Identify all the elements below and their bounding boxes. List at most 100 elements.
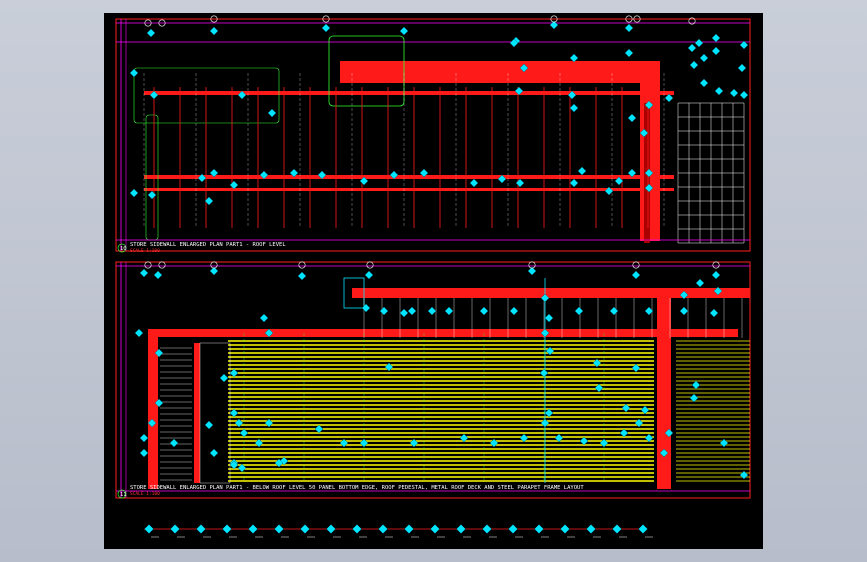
diamond-section-marker-icon bbox=[479, 306, 489, 316]
diamond-section-marker-icon bbox=[579, 436, 589, 446]
plan-bottom-key: 11 bbox=[120, 492, 127, 498]
diamond-section-marker-icon bbox=[544, 408, 554, 418]
diamond-section-marker-icon bbox=[599, 438, 609, 448]
diamond-section-marker-icon bbox=[153, 270, 163, 280]
diamond-section-marker-icon bbox=[384, 362, 394, 372]
plan-bottom-title: STORE SIDEWALL ENLARGED PLAN PART1 - BEL… bbox=[130, 485, 584, 491]
diamond-section-marker-icon bbox=[627, 113, 637, 123]
diamond-section-marker-icon bbox=[229, 368, 239, 378]
legend-marker-icon bbox=[508, 524, 518, 534]
diamond-section-marker-icon bbox=[129, 68, 139, 78]
diamond-section-marker-icon bbox=[569, 178, 579, 188]
diamond-section-marker-icon bbox=[139, 433, 149, 443]
drawing-viewport[interactable]: 10 STORE SIDEWALL ENLARGED PLAN PART1 - … bbox=[104, 13, 763, 549]
diamond-section-marker-icon bbox=[540, 418, 550, 428]
diamond-section-marker-icon bbox=[569, 53, 579, 63]
legend-marker-icon bbox=[638, 524, 648, 534]
diamond-section-marker-icon bbox=[321, 23, 331, 33]
diamond-section-marker-icon bbox=[219, 373, 229, 383]
diamond-section-marker-icon bbox=[427, 306, 437, 316]
marker-legend-row bbox=[144, 524, 653, 538]
diamond-section-marker-icon bbox=[379, 306, 389, 316]
legend-marker-icon bbox=[222, 524, 232, 534]
plan-top-key: 10 bbox=[120, 246, 127, 252]
diamond-section-marker-icon bbox=[664, 93, 674, 103]
diamond-section-marker-icon bbox=[229, 180, 239, 190]
grid-bubble-icon bbox=[712, 261, 720, 269]
legend-marker-icon bbox=[612, 524, 622, 534]
diamond-section-marker-icon bbox=[695, 278, 705, 288]
diamond-section-marker-icon bbox=[444, 306, 454, 316]
diamond-section-marker-icon bbox=[297, 271, 307, 281]
diamond-section-marker-icon bbox=[545, 346, 555, 356]
diamond-section-marker-icon bbox=[239, 428, 249, 438]
diamond-section-marker-icon bbox=[739, 470, 749, 480]
diamond-section-marker-icon bbox=[361, 303, 371, 313]
diamond-section-marker-icon bbox=[737, 63, 747, 73]
diamond-section-marker-icon bbox=[687, 43, 697, 53]
diamond-section-marker-icon bbox=[689, 60, 699, 70]
diamond-section-marker-icon bbox=[254, 438, 264, 448]
cad-drawing-canvas[interactable]: 10 STORE SIDEWALL ENLARGED PLAN PART1 - … bbox=[104, 13, 763, 549]
diamond-section-marker-icon bbox=[574, 306, 584, 316]
diamond-section-marker-icon bbox=[691, 380, 701, 390]
diamond-section-marker-icon bbox=[339, 438, 349, 448]
diamond-section-marker-icon bbox=[234, 418, 244, 428]
legend-marker-icon bbox=[534, 524, 544, 534]
diamond-section-marker-icon bbox=[209, 26, 219, 36]
diamond-section-marker-icon bbox=[314, 424, 324, 434]
grid-bubble-icon bbox=[144, 261, 152, 269]
legend-marker-icon bbox=[404, 524, 414, 534]
grid-bubble-icon bbox=[158, 261, 166, 269]
diamond-section-marker-icon bbox=[359, 438, 369, 448]
diamond-section-marker-icon bbox=[129, 188, 139, 198]
diamond-section-marker-icon bbox=[711, 33, 721, 43]
legend-marker-icon bbox=[560, 524, 570, 534]
grid-bubble-icon bbox=[366, 261, 374, 269]
diamond-section-marker-icon bbox=[739, 90, 749, 100]
diamond-section-marker-icon bbox=[267, 108, 277, 118]
diamond-section-marker-icon bbox=[399, 308, 409, 318]
diamond-section-marker-icon bbox=[147, 190, 157, 200]
plan-top-title: STORE SIDEWALL ENLARGED PLAN PART1 - ROO… bbox=[130, 242, 286, 248]
diamond-section-marker-icon bbox=[729, 88, 739, 98]
diamond-section-marker-icon bbox=[711, 46, 721, 56]
legend-marker-icon bbox=[326, 524, 336, 534]
diamond-section-marker-icon bbox=[609, 306, 619, 316]
legend-marker-icon bbox=[430, 524, 440, 534]
diamond-section-marker-icon bbox=[209, 448, 219, 458]
diamond-section-marker-icon bbox=[634, 418, 644, 428]
diamond-section-marker-icon bbox=[694, 38, 704, 48]
diamond-section-marker-icon bbox=[139, 448, 149, 458]
diamond-section-marker-icon bbox=[169, 438, 179, 448]
legend-marker-icon bbox=[196, 524, 206, 534]
diamond-section-marker-icon bbox=[469, 178, 479, 188]
diamond-section-marker-icon bbox=[139, 268, 149, 278]
diamond-section-marker-icon bbox=[577, 166, 587, 176]
legend-marker-icon bbox=[586, 524, 596, 534]
diamond-section-marker-icon bbox=[679, 306, 689, 316]
diamond-section-marker-icon bbox=[409, 438, 419, 448]
legend-marker-icon bbox=[144, 524, 154, 534]
diamond-section-marker-icon bbox=[709, 308, 719, 318]
diamond-section-marker-icon bbox=[592, 358, 602, 368]
diamond-section-marker-icon bbox=[544, 313, 554, 323]
diamond-section-marker-icon bbox=[569, 103, 579, 113]
plan-top-scale: SCALE 1:100 bbox=[130, 248, 160, 254]
diamond-section-marker-icon bbox=[229, 408, 239, 418]
diamond-section-marker-icon bbox=[624, 48, 634, 58]
diamond-section-marker-icon bbox=[399, 26, 409, 36]
legend-marker-icon bbox=[378, 524, 388, 534]
diamond-section-marker-icon bbox=[619, 428, 629, 438]
grid-bubble-icon bbox=[298, 261, 306, 269]
diamond-section-marker-icon bbox=[719, 438, 729, 448]
legend-marker-icon bbox=[170, 524, 180, 534]
diamond-section-marker-icon bbox=[259, 313, 269, 323]
legend-marker-icon bbox=[456, 524, 466, 534]
diamond-section-marker-icon bbox=[264, 418, 274, 428]
plan-top: 10 STORE SIDEWALL ENLARGED PLAN PART1 - … bbox=[115, 15, 751, 254]
diamond-section-marker-icon bbox=[407, 306, 417, 316]
legend-marker-icon bbox=[274, 524, 284, 534]
diamond-section-marker-icon bbox=[711, 270, 721, 280]
diamond-section-marker-icon bbox=[204, 420, 214, 430]
